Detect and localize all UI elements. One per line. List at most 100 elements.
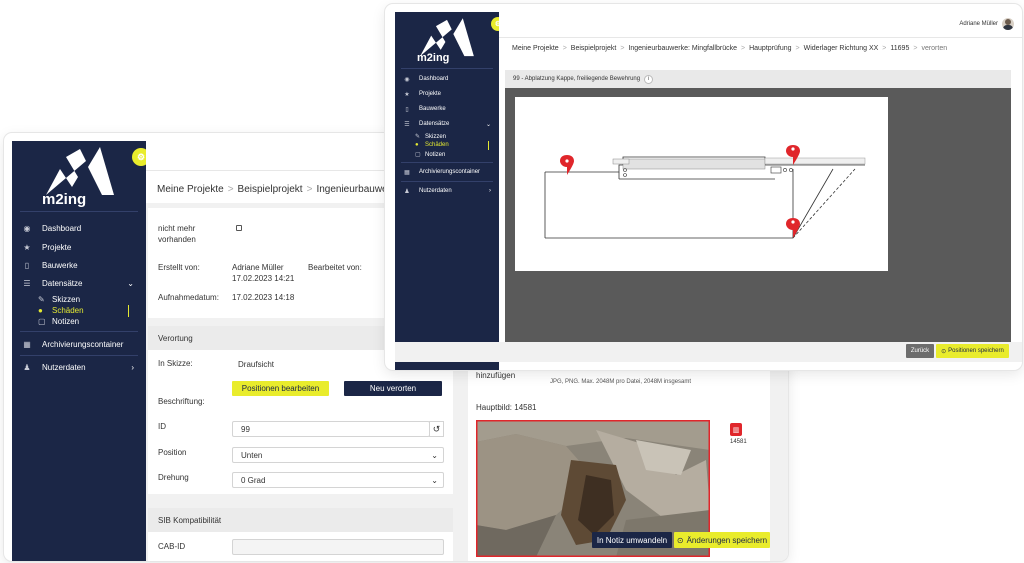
sidebar: m2ing ◉ Dashboard ★ Projekte ▯ Bauwerke ☰ Da…: [395, 12, 499, 370]
positionen-bearbeiten-button[interactable]: Positionen bearbeiten: [232, 381, 329, 396]
list-icon: ☰: [23, 278, 31, 288]
sub-skizzen[interactable]: ✎ Skizzen: [415, 133, 447, 141]
sub-label: Schäden: [52, 306, 84, 315]
save-icon: ⊙: [941, 348, 947, 355]
marker-icon: ●: [38, 306, 43, 315]
nav-label: Datensätze: [42, 278, 83, 288]
id-input[interactable]: 99: [232, 421, 430, 437]
breadcrumb-link[interactable]: 11695: [890, 45, 909, 52]
m2ing-logo: [46, 147, 114, 195]
in-notiz-umwandeln-button[interactable]: In Notiz umwandeln: [592, 532, 672, 548]
nav-label: Bauwerke: [42, 260, 78, 270]
chevron-down-icon: ⌄: [431, 475, 438, 485]
breadcrumb-separator: >: [306, 184, 313, 195]
breadcrumb-separator: >: [882, 45, 887, 52]
nav-nutzerdaten[interactable]: ♟ Nutzerdaten ›: [12, 360, 146, 374]
beschriftung-label: Beschriftung:: [158, 397, 205, 406]
star-icon: ★: [404, 91, 410, 98]
divider: [401, 181, 493, 182]
list-icon: ☰: [404, 121, 410, 128]
nav-bauwerke[interactable]: ▯ Bauwerke: [395, 104, 499, 114]
chevron-right-icon: ›: [489, 188, 491, 194]
note-icon: ▢: [415, 152, 421, 158]
breadcrumb-link[interactable]: Ingenieurbauwerke: Mingfallbrücke: [628, 45, 737, 52]
abutment-sketch[interactable]: [515, 97, 888, 271]
file-hint: JPG, PNG. Max. 2048M pro Datei, 2048M in…: [550, 379, 692, 385]
nav-label: Bauwerke: [419, 106, 446, 112]
save-label: Positionen speichern: [948, 348, 1004, 354]
nav-bauwerke[interactable]: ▯ Bauwerke: [12, 258, 146, 272]
nav-label: Projekte: [42, 242, 72, 252]
active-indicator: [128, 305, 129, 317]
nav-projekte[interactable]: ★ Projekte: [12, 240, 146, 254]
nav-label: Dashboard: [42, 223, 82, 233]
nav-nutzerdaten[interactable]: ♟ Nutzerdaten ›: [395, 186, 499, 196]
position-select[interactable]: Unten ⌄: [232, 447, 444, 463]
nicht-mehr-checkbox[interactable]: [236, 225, 242, 231]
verorten-window: m2ing ◉ Dashboard ★ Projekte ▯ Bauwerke ☰ Da…: [385, 4, 1022, 370]
nav-datensaetze[interactable]: ☰ Datensätze ⌄: [12, 276, 146, 290]
breadcrumb-link[interactable]: Beispielprojekt: [238, 184, 303, 195]
breadcrumb-current: verorten: [921, 45, 948, 52]
divider: [20, 331, 138, 332]
trash-icon: ▥: [732, 426, 740, 434]
nav-dashboard[interactable]: ◉ Dashboard: [395, 74, 499, 84]
cab-label: CAB-ID: [158, 542, 186, 551]
sub-label: Skizzen: [52, 295, 81, 304]
breadcrumb-separator: >: [227, 184, 234, 195]
bearbeitet-label: Bearbeitet von:: [308, 263, 362, 272]
top-header: Adriane Müller: [499, 12, 1022, 38]
nav-label: Nutzerdaten: [42, 362, 86, 372]
breadcrumb-link[interactable]: Hauptprüfung: [749, 45, 791, 52]
breadcrumb-link[interactable]: Beispielprojekt: [571, 45, 617, 52]
divider: [401, 68, 493, 69]
marker-icon: ●: [415, 142, 419, 148]
logo-text: m2ing: [42, 191, 87, 208]
hauptbild-label: Hauptbild: 14581: [476, 403, 537, 412]
nicht-mehr-label: nicht mehr vorhanden: [158, 224, 196, 244]
drehung-select[interactable]: 0 Grad ⌄: [232, 472, 444, 488]
cab-input[interactable]: [232, 539, 444, 555]
positionen-speichern-button[interactable]: ⊙ Positionen speichern: [936, 344, 1009, 358]
delete-image-button[interactable]: ▥: [730, 423, 742, 436]
damage-title: 99 - Abplatzung Kappe, freiliegende Bewe…: [513, 76, 641, 82]
damage-marker[interactable]: [786, 218, 800, 238]
breadcrumb-separator: >: [913, 45, 918, 52]
nav-archivierung[interactable]: ▦ Archivierungscontainer: [12, 337, 146, 351]
sidebar: m2ing ◉ Dashboard ★ Projekte ▯ Bauwerke ☰ Da…: [12, 141, 146, 561]
divider: [401, 162, 493, 163]
aenderungen-speichern-button[interactable]: ⊙ Änderungen speichern: [674, 532, 770, 548]
verortung-panel: In Skizze: Draufsicht Positionen bearbei…: [148, 350, 453, 494]
breadcrumb-separator: >: [740, 45, 746, 52]
user-name[interactable]: Adriane Müller: [959, 21, 998, 27]
zurueck-button[interactable]: Zurück: [906, 344, 934, 358]
nav-projekte[interactable]: ★ Projekte: [395, 89, 499, 99]
breadcrumb-separator: >: [562, 45, 567, 52]
sub-schaeden[interactable]: ● Schäden: [415, 142, 449, 148]
sketch-canvas[interactable]: [515, 97, 888, 271]
building-icon: ▯: [405, 106, 409, 113]
star-icon: ★: [23, 242, 31, 252]
nav-datensaetze[interactable]: ☰ Datensätze ⌄: [395, 119, 499, 129]
damage-title-bar: 99 - Abplatzung Kappe, freiliegende Bewe…: [505, 70, 1011, 88]
position-value: Unten: [241, 450, 263, 460]
sub-label: Skizzen: [425, 133, 447, 140]
breadcrumb-link[interactable]: Meine Projekte: [512, 45, 559, 52]
sub-skizzen[interactable]: ✎ Skizzen: [38, 295, 80, 304]
sub-notizen[interactable]: ▢ Notizen: [38, 317, 79, 326]
neu-verorten-button[interactable]: Neu verorten: [344, 381, 442, 396]
sub-schaeden[interactable]: ● Schäden: [38, 306, 84, 315]
aufnahme-value: 17.02.2023 14:18: [232, 293, 295, 302]
breadcrumb-link[interactable]: Widerlager Richtung XX: [804, 45, 879, 52]
position-label: Position: [158, 448, 187, 457]
divider: [20, 211, 138, 212]
breadcrumb-link[interactable]: Meine Projekte: [157, 184, 224, 195]
nav-dashboard[interactable]: ◉ Dashboard: [12, 221, 146, 235]
sketch-icon: ✎: [415, 134, 421, 140]
sub-notizen[interactable]: ▢ Notizen: [415, 151, 445, 159]
nav-archivierung[interactable]: ▦ Archivierungscontainer: [395, 167, 499, 177]
reset-icon[interactable]: ↺: [429, 421, 444, 437]
avatar[interactable]: [1002, 18, 1014, 30]
info-icon[interactable]: i: [644, 74, 654, 84]
avatar-body: [1003, 25, 1013, 30]
